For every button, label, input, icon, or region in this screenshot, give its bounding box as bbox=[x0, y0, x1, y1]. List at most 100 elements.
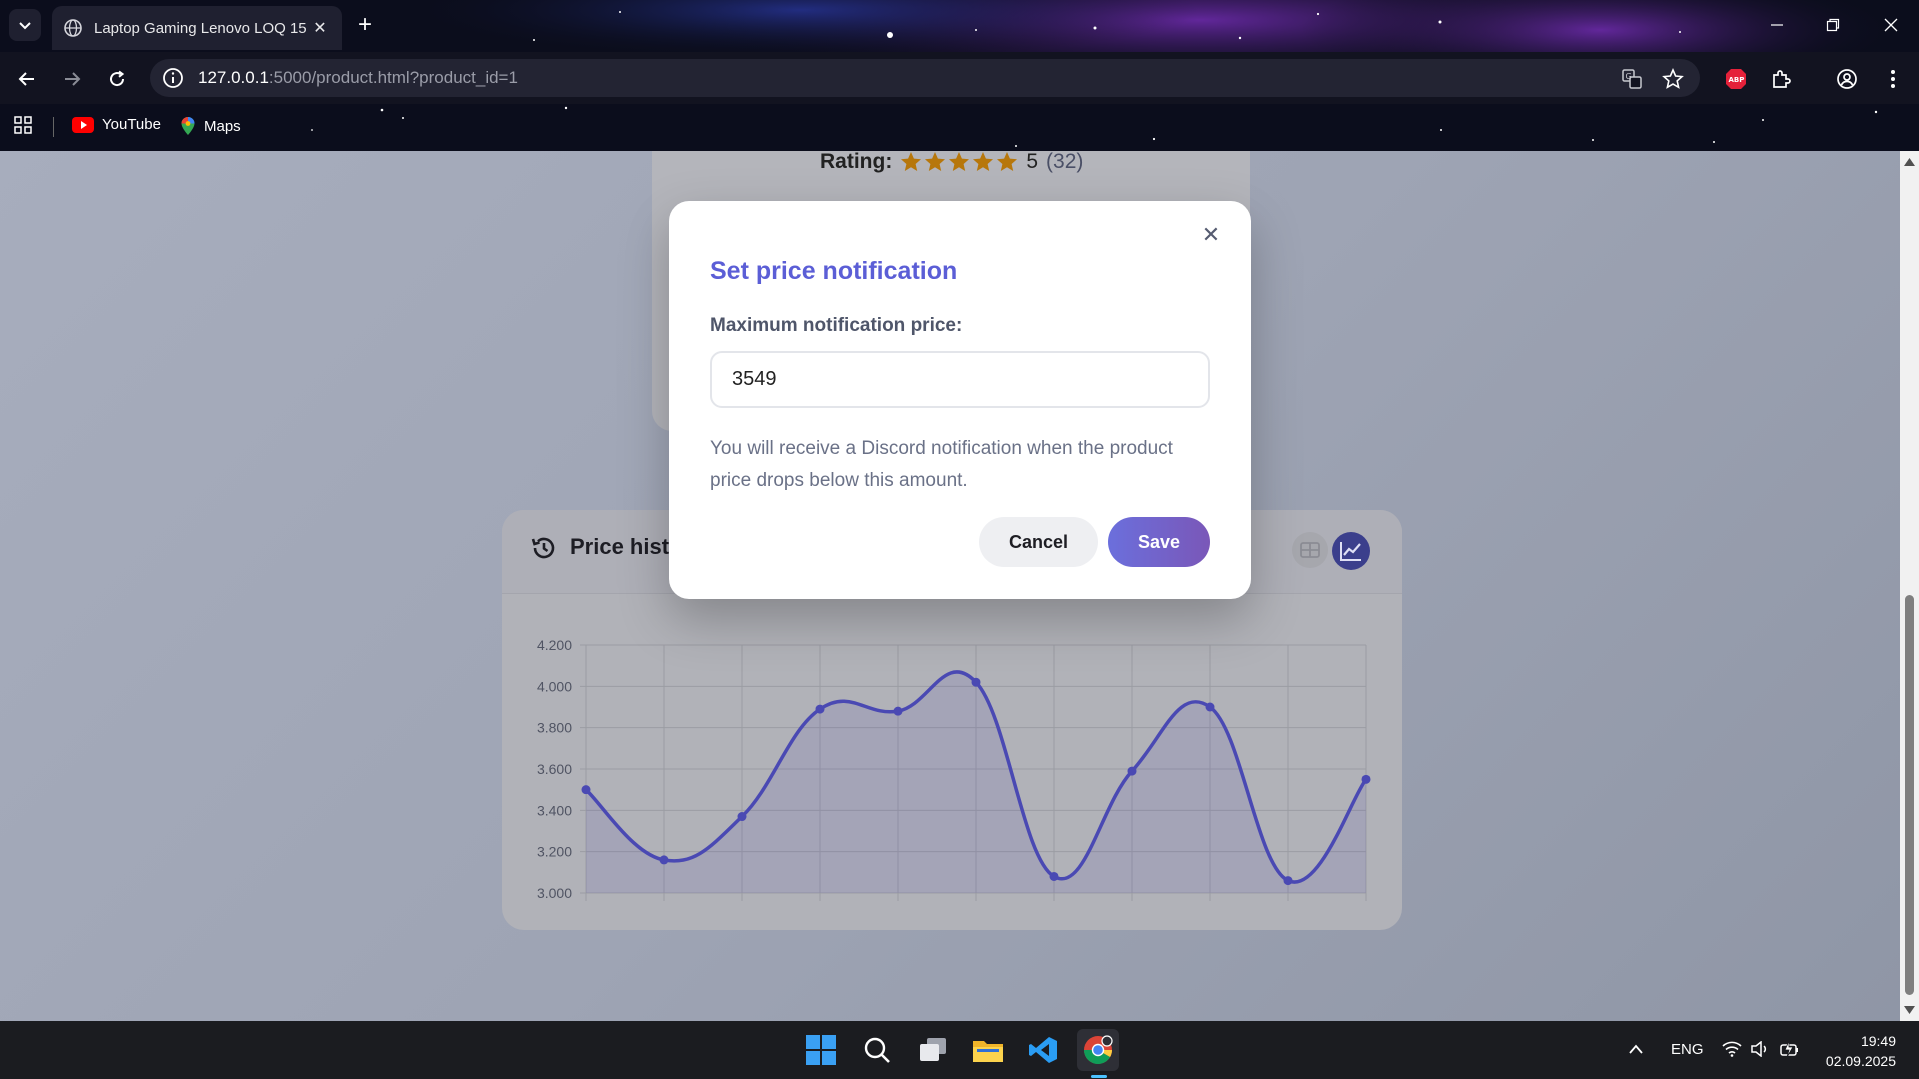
battery-charging-icon[interactable] bbox=[1779, 1039, 1801, 1059]
adblock-icon: ABP bbox=[1726, 69, 1746, 89]
close-window-button[interactable] bbox=[1869, 8, 1913, 42]
scroll-down-icon[interactable] bbox=[1900, 1003, 1919, 1017]
profile-button[interactable] bbox=[1830, 62, 1864, 96]
rating-stars bbox=[900, 151, 1018, 173]
chart-view-button[interactable] bbox=[1332, 532, 1370, 570]
tab-close-icon[interactable]: ✕ bbox=[310, 18, 330, 38]
bookmark-label: YouTube bbox=[102, 116, 161, 133]
url-host: 127.0.0.1 bbox=[198, 68, 269, 87]
language-indicator[interactable]: ENG bbox=[1671, 1041, 1704, 1058]
max-price-label: Maximum notification price: bbox=[710, 315, 963, 336]
tab-strip: Laptop Gaming Lenovo LOQ 15 ✕ + bbox=[0, 0, 1919, 50]
data-point bbox=[659, 855, 669, 865]
chevron-up-icon[interactable] bbox=[1628, 1043, 1644, 1055]
y-tick-label: 3.600 bbox=[537, 761, 572, 777]
price-notification-modal: ✕ Set price notification Maximum notific… bbox=[669, 201, 1251, 599]
vscode-button[interactable] bbox=[1022, 1029, 1064, 1071]
search-button[interactable] bbox=[856, 1029, 898, 1071]
star-icon bbox=[973, 152, 994, 171]
translate-button[interactable]: G bbox=[1615, 62, 1649, 96]
clock-date: 02.09.2025 bbox=[1825, 1053, 1896, 1069]
data-point bbox=[581, 785, 591, 795]
scroll-up-icon[interactable] bbox=[1900, 155, 1919, 169]
arrow-right-icon bbox=[65, 72, 81, 86]
close-icon bbox=[1884, 18, 1898, 32]
start-button[interactable] bbox=[800, 1029, 842, 1071]
browser-chrome: Laptop Gaming Lenovo LOQ 15 ✕ + 127.0.0.… bbox=[0, 0, 1919, 151]
y-tick-label: 4.200 bbox=[537, 637, 572, 653]
y-tick-label: 4.000 bbox=[537, 678, 572, 694]
forward-button[interactable] bbox=[55, 62, 89, 96]
chrome-icon bbox=[1084, 1035, 1113, 1064]
page-scrollbar[interactable] bbox=[1900, 151, 1919, 1021]
series-area-fill bbox=[586, 671, 1366, 893]
system-clock[interactable]: 19:49 02.09.2025 bbox=[1806, 1031, 1896, 1071]
search-icon bbox=[864, 1037, 890, 1063]
address-bar[interactable]: 127.0.0.1:5000/product.html?product_id=1 bbox=[150, 59, 1700, 97]
restore-button[interactable] bbox=[1811, 8, 1855, 42]
chrome-button[interactable] bbox=[1077, 1029, 1119, 1078]
extensions-button[interactable] bbox=[1764, 62, 1798, 96]
product-rating: Rating: 5 (32) bbox=[820, 151, 1083, 173]
task-view-icon bbox=[920, 1038, 946, 1061]
table-view-button[interactable] bbox=[1292, 532, 1328, 568]
browser-tab-active[interactable]: Laptop Gaming Lenovo LOQ 15 ✕ bbox=[52, 6, 342, 50]
volume-icon[interactable] bbox=[1750, 1041, 1770, 1057]
rating-label: Rating: bbox=[820, 151, 893, 173]
star-outline-icon bbox=[1662, 68, 1684, 89]
site-info-icon[interactable] bbox=[162, 67, 184, 89]
scrollbar-thumb[interactable] bbox=[1905, 595, 1914, 995]
wifi-icon[interactable] bbox=[1722, 1041, 1742, 1057]
bookmark-label: Maps bbox=[204, 117, 241, 135]
windows-logo-icon bbox=[806, 1035, 836, 1065]
browser-toolbar: 127.0.0.1:5000/product.html?product_id=1… bbox=[0, 52, 1919, 104]
y-tick-label: 3.200 bbox=[537, 844, 572, 860]
cancel-button[interactable]: Cancel bbox=[979, 517, 1098, 567]
vscode-icon bbox=[1029, 1037, 1057, 1063]
windows-taskbar: ENG 19:49 02.09.2025 bbox=[0, 1021, 1919, 1079]
tab-search-button[interactable] bbox=[9, 9, 41, 41]
save-button[interactable]: Save bbox=[1108, 517, 1210, 567]
maps-icon bbox=[181, 117, 195, 135]
adblock-extension-button[interactable]: ABP bbox=[1719, 62, 1753, 96]
profile-icon bbox=[1837, 69, 1857, 89]
bookmarks-bar: YouTube Maps bbox=[0, 104, 1919, 151]
tab-title: Laptop Gaming Lenovo LOQ 15 bbox=[94, 19, 307, 37]
data-point bbox=[1205, 702, 1215, 712]
clock-time: 19:49 bbox=[1860, 1033, 1896, 1049]
data-point bbox=[1283, 876, 1293, 886]
apps-button[interactable] bbox=[14, 116, 32, 134]
y-tick-label: 3.400 bbox=[537, 802, 572, 818]
modal-close-button[interactable]: ✕ bbox=[1199, 222, 1223, 247]
star-icon bbox=[997, 152, 1018, 171]
data-point bbox=[1361, 774, 1371, 784]
reload-button[interactable] bbox=[100, 62, 134, 96]
bookmark-youtube[interactable]: YouTube bbox=[72, 116, 161, 133]
youtube-icon bbox=[72, 116, 94, 133]
back-button[interactable] bbox=[10, 62, 44, 96]
max-price-input[interactable] bbox=[710, 351, 1210, 408]
svg-text:ABP: ABP bbox=[1729, 76, 1745, 84]
task-view-button[interactable] bbox=[912, 1029, 954, 1071]
arrow-left-icon bbox=[18, 72, 34, 86]
data-point bbox=[815, 704, 825, 714]
active-app-indicator bbox=[1091, 1075, 1107, 1078]
file-explorer-button[interactable] bbox=[967, 1029, 1009, 1071]
bookmark-star-button[interactable] bbox=[1656, 62, 1690, 96]
folder-icon bbox=[973, 1041, 1003, 1062]
data-point bbox=[737, 812, 747, 822]
line-chart-icon bbox=[1340, 542, 1361, 561]
data-point bbox=[1049, 871, 1059, 881]
table-icon bbox=[1300, 542, 1320, 558]
globe-icon bbox=[64, 19, 82, 37]
bookmarks-divider bbox=[53, 117, 54, 137]
price-history-title: Price hist bbox=[570, 534, 670, 559]
data-point bbox=[971, 677, 981, 687]
restore-icon bbox=[1826, 18, 1840, 32]
bookmark-maps[interactable]: Maps bbox=[180, 116, 241, 136]
menu-button[interactable] bbox=[1876, 62, 1910, 96]
minimize-icon bbox=[1771, 24, 1783, 26]
new-tab-button[interactable]: + bbox=[350, 10, 380, 40]
minimize-button[interactable] bbox=[1755, 8, 1799, 42]
puzzle-icon bbox=[1773, 70, 1791, 88]
